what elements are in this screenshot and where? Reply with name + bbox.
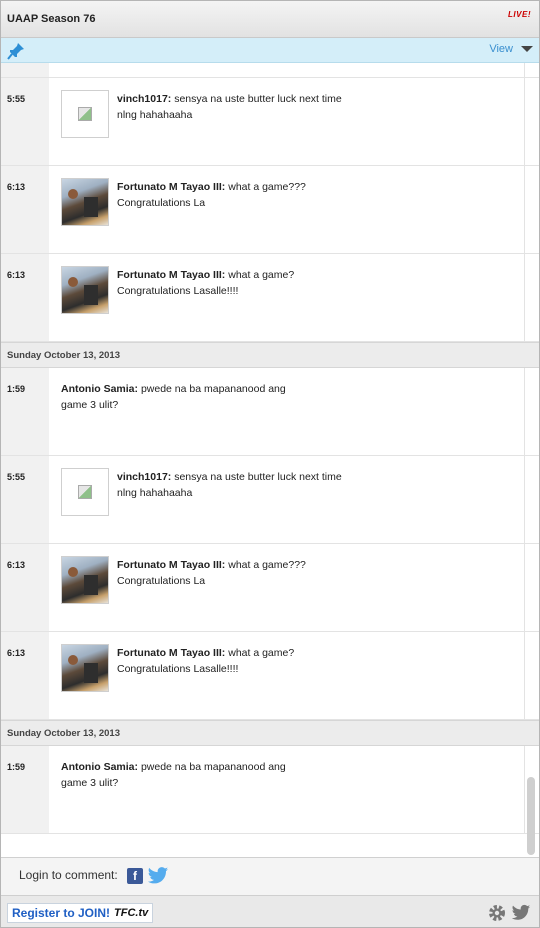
message-text: Fortunato M Tayao III: what a game? Cong…	[117, 645, 347, 677]
comment-bar: Login to comment: f	[1, 857, 539, 895]
message-time: 6:13	[1, 544, 49, 631]
message-feed[interactable]: 5:55 vinch1017: sensya na uste butter luc…	[1, 63, 539, 857]
message-author[interactable]: Fortunato M Tayao III:	[117, 181, 225, 193]
message-body: Fortunato M Tayao III: what a game??? Co…	[49, 166, 525, 253]
avatar[interactable]	[61, 468, 109, 516]
gear-icon[interactable]	[487, 903, 507, 923]
message-body: vinch1017: sensya na uste butter luck ne…	[49, 456, 525, 543]
date-separator: Sunday October 13, 2013	[1, 720, 539, 746]
message-row: 6:13 Fortunato M Tayao III: what a game??…	[1, 544, 539, 632]
message-time: 5:55	[1, 78, 49, 165]
message-author[interactable]: Fortunato M Tayao III:	[117, 559, 225, 571]
message-author[interactable]: vinch1017:	[117, 93, 171, 105]
message-time: 1:59	[1, 746, 49, 833]
message-body: vinch1017: sensya na uste butter luck ne…	[49, 78, 525, 165]
message-body: Antonio Samia: pwede na ba mapananood an…	[49, 368, 525, 455]
bottom-bar: Register to JOIN! TFC.tv	[1, 895, 539, 927]
message-body: Antonio Samia: pwede na ba mapananood an…	[49, 746, 525, 833]
login-prompt: Login to comment:	[19, 868, 118, 882]
chevron-down-icon	[521, 46, 533, 52]
message-text: vinch1017: sensya na uste butter luck ne…	[117, 91, 347, 123]
message-row: 1:59 Antonio Samia: pwede na ba mapananoo…	[1, 368, 539, 456]
message-time: 1:59	[1, 368, 49, 455]
view-dropdown[interactable]: View	[489, 43, 533, 55]
message-author[interactable]: Fortunato M Tayao III:	[117, 647, 225, 659]
broken-image-icon	[78, 107, 92, 121]
message-text: Fortunato M Tayao III: what a game??? Co…	[117, 179, 347, 211]
live-badge: LIVE!	[508, 10, 531, 19]
register-button[interactable]: Register to JOIN! TFC.tv	[7, 903, 154, 923]
facebook-icon[interactable]: f	[127, 868, 143, 884]
message-body: Fortunato M Tayao III: what a game??? Co…	[49, 544, 525, 631]
message-body: Fortunato M Tayao III: what a game? Cong…	[49, 632, 525, 719]
message-time: 6:13	[1, 254, 49, 341]
message-body: Fortunato M Tayao III: what a game? Cong…	[49, 254, 525, 341]
message-text: Fortunato M Tayao III: what a game? Cong…	[117, 267, 347, 299]
message-row: 6:13 Fortunato M Tayao III: what a game??…	[1, 166, 539, 254]
register-label: Register to JOIN!	[12, 906, 111, 920]
message-row: 6:13 Fortunato M Tayao III: what a game? …	[1, 632, 539, 720]
message-row: 6:13 Fortunato M Tayao III: what a game? …	[1, 254, 539, 342]
avatar[interactable]	[61, 556, 109, 604]
toolbar: View	[1, 38, 539, 63]
tfc-logo: TFC.tv	[114, 907, 149, 919]
message-row: 5:55 vinch1017: sensya na uste butter luc…	[1, 78, 539, 166]
message-text: vinch1017: sensya na uste butter luck ne…	[117, 469, 347, 501]
message-row: 1:59 Antonio Samia: pwede na ba mapananoo…	[1, 746, 539, 834]
twitter-icon[interactable]	[147, 866, 169, 886]
time-cell	[1, 63, 49, 77]
chat-widget: UAAP Season 76 LIVE! View 5:55 vinch1017:…	[0, 0, 540, 928]
broken-image-icon	[78, 485, 92, 499]
message-time: 5:55	[1, 456, 49, 543]
feed-scrollbar[interactable]	[527, 777, 535, 855]
avatar[interactable]	[61, 90, 109, 138]
view-label: View	[489, 43, 513, 55]
message-body	[49, 63, 525, 77]
message-author[interactable]: Fortunato M Tayao III:	[117, 269, 225, 281]
message-author[interactable]: Antonio Samia:	[61, 383, 138, 395]
pin-icon[interactable]	[7, 42, 25, 60]
widget-title: UAAP Season 76	[7, 13, 96, 25]
message-time: 6:13	[1, 166, 49, 253]
partial-row	[1, 63, 539, 78]
message-author[interactable]: vinch1017:	[117, 471, 171, 483]
date-separator: Sunday October 13, 2013	[1, 342, 539, 368]
avatar[interactable]	[61, 266, 109, 314]
message-row: 5:55 vinch1017: sensya na uste butter luc…	[1, 456, 539, 544]
message-author[interactable]: Antonio Samia:	[61, 761, 138, 773]
message-text: Fortunato M Tayao III: what a game??? Co…	[117, 557, 347, 589]
avatar[interactable]	[61, 178, 109, 226]
message-text: Antonio Samia: pwede na ba mapananood an…	[61, 381, 291, 413]
twitter-share-icon[interactable]	[511, 903, 531, 923]
message-time: 6:13	[1, 632, 49, 719]
message-text: Antonio Samia: pwede na ba mapananood an…	[61, 759, 291, 791]
avatar[interactable]	[61, 644, 109, 692]
widget-header: UAAP Season 76 LIVE!	[1, 1, 539, 38]
